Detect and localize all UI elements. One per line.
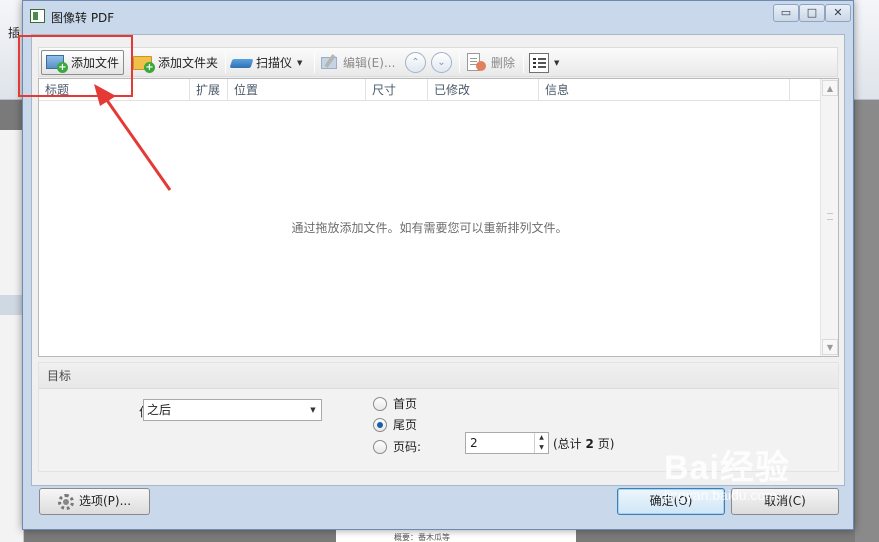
position-select-value: 之后 [147, 403, 172, 417]
target-group-header: 目标 [39, 363, 838, 389]
scroll-up-icon[interactable]: ▲ [822, 80, 838, 96]
thumbnail-panel [0, 130, 24, 542]
dialog-titlebar[interactable]: 图像转 PDF ▭ □ ✕ [23, 1, 853, 31]
edit-label: 编辑(E)... [343, 56, 396, 70]
scrollbar-grip[interactable] [827, 213, 833, 220]
radio-first-page-button[interactable] [373, 396, 387, 411]
view-options-button[interactable]: ▼ [525, 50, 563, 75]
page-number-value: 2 [470, 436, 478, 450]
add-folder-button[interactable]: + 添加文件夹 [129, 50, 222, 75]
radio-page-number-label: 页码: [393, 440, 422, 454]
options-button[interactable]: 选项(P)... [39, 488, 150, 515]
column-header-size[interactable]: 尺寸 [366, 79, 428, 101]
options-button-label: 选项(P)... [78, 494, 132, 508]
minimize-button[interactable]: ▭ [773, 4, 799, 22]
scanner-icon [229, 54, 254, 72]
total-pages-label: (总计 2 页) [553, 435, 614, 452]
add-folder-label: 添加文件夹 [158, 56, 219, 70]
delete-button[interactable]: 删除 [462, 50, 519, 75]
toolbar-separator [314, 53, 315, 73]
total-count: 2 [585, 437, 594, 451]
page-number-stepper[interactable]: 2 ▲ ▼ [465, 432, 549, 454]
scanner-dropdown-icon[interactable]: ▼ [297, 59, 302, 67]
delete-label: 删除 [491, 56, 516, 70]
stepper-down-icon[interactable]: ▼ [535, 443, 548, 453]
app-icon [30, 9, 45, 23]
add-folder-icon: + [133, 53, 155, 73]
gear-icon [57, 493, 74, 510]
list-view-icon [529, 52, 549, 73]
scanner-button[interactable]: 扫描仪 ▼ [227, 50, 306, 75]
edit-button[interactable]: 编辑(E)... [316, 50, 399, 75]
watermark: Bai经验 jingyan.baidu.com [664, 440, 864, 520]
dialog-client-area: + 添加文件 + 添加文件夹 扫描仪 ▼ 编辑(E)... ⌃ ⌄ 删除 ▼ 标… [31, 34, 845, 486]
total-prefix: (总计 [553, 437, 582, 451]
stepper-buttons[interactable]: ▲ ▼ [534, 433, 548, 453]
file-list-header: 标题 扩展 位置 尺寸 已修改 信息 [39, 79, 820, 101]
move-down-button[interactable]: ⌄ [431, 52, 452, 73]
close-button[interactable]: ✕ [825, 4, 851, 22]
annotation-highlight-box [18, 35, 133, 97]
radio-page-number[interactable]: 页码: [373, 438, 421, 455]
column-header-location[interactable]: 位置 [228, 79, 366, 101]
document-page-edge: 概要：番木瓜等 [336, 528, 576, 542]
position-select[interactable]: 之后 ▼ [143, 399, 322, 421]
total-suffix: 页) [597, 437, 615, 451]
thumbnail-selection [0, 295, 24, 315]
toolbar-separator [225, 53, 226, 73]
column-header-info[interactable]: 信息 [539, 79, 790, 101]
radio-page-number-button[interactable] [373, 439, 387, 454]
chevron-down-icon[interactable]: ▼ [307, 400, 319, 420]
radio-last-page[interactable]: 尾页 [373, 416, 417, 433]
move-up-button[interactable]: ⌃ [405, 52, 426, 73]
scanner-label: 扫描仪 [256, 56, 293, 70]
radio-last-page-label: 尾页 [393, 418, 418, 432]
radio-first-page[interactable]: 首页 [373, 395, 417, 412]
toolbar: + 添加文件 + 添加文件夹 扫描仪 ▼ 编辑(E)... ⌃ ⌄ 删除 ▼ [38, 47, 838, 77]
file-list[interactable]: 标题 扩展 位置 尺寸 已修改 信息 通过拖放添加文件。如有需要您可以重新排列文… [38, 78, 839, 357]
maximize-button[interactable]: □ [799, 4, 825, 22]
column-header-modified[interactable]: 已修改 [428, 79, 539, 101]
edit-icon [320, 53, 340, 72]
delete-icon [466, 52, 488, 74]
toolbar-separator [523, 53, 524, 73]
view-dropdown-icon[interactable]: ▼ [554, 59, 559, 67]
radio-first-page-label: 首页 [393, 397, 418, 411]
stepper-up-icon[interactable]: ▲ [535, 433, 548, 443]
toolbar-separator [459, 53, 460, 73]
dialog-title: 图像转 PDF [51, 11, 115, 25]
scroll-down-icon[interactable]: ▼ [822, 339, 838, 355]
empty-list-message: 通过拖放添加文件。如有需要您可以重新排列文件。 [291, 221, 568, 235]
radio-last-page-button[interactable] [373, 417, 387, 432]
watermark-url: jingyan.baidu.com [664, 487, 777, 503]
file-list-scrollbar[interactable]: ▲ ▼ [820, 79, 838, 356]
watermark-logo: Bai经验 [664, 449, 790, 487]
column-header-extension[interactable]: 扩展 [190, 79, 228, 101]
